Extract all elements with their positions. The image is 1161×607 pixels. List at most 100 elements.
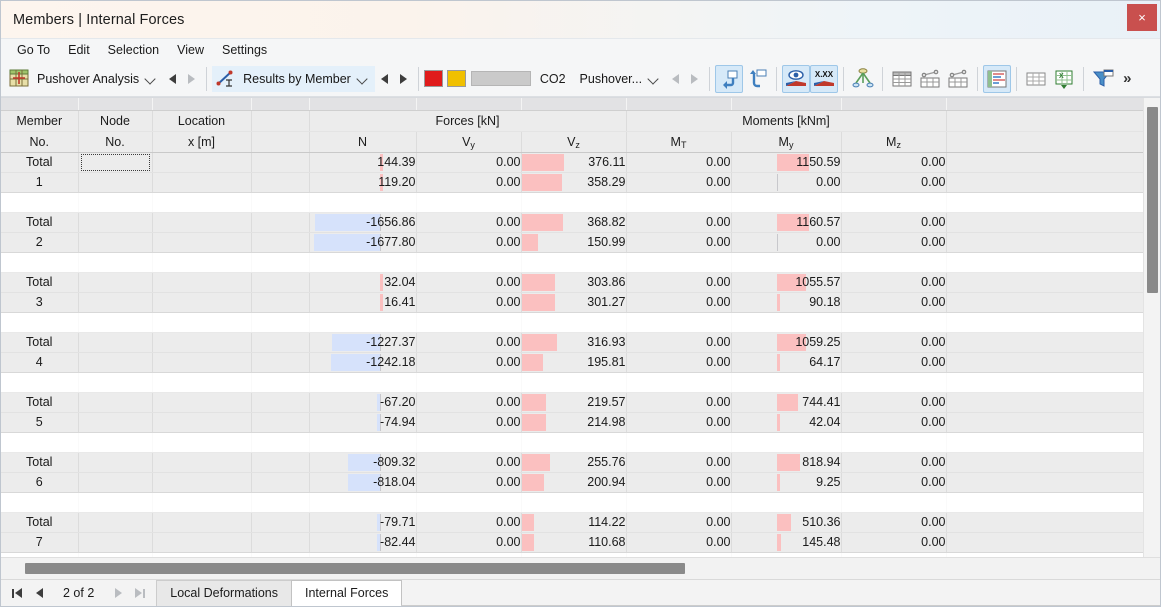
cell-node_no[interactable] (78, 212, 152, 232)
table-header-member_no[interactable]: No. (1, 131, 78, 152)
cell-vz[interactable]: 214.98 (521, 412, 626, 432)
cell-mz[interactable]: 0.00 (841, 272, 946, 292)
cell-location[interactable] (152, 172, 251, 192)
cell-vz[interactable]: 301.27 (521, 292, 626, 312)
cell-n[interactable]: -809.32 (309, 452, 416, 472)
cell-n[interactable]: 144.39 (309, 152, 416, 172)
cell-vy[interactable]: 0.00 (416, 232, 521, 252)
cell-mz[interactable]: 0.00 (841, 232, 946, 252)
cell-blank1[interactable] (251, 172, 309, 192)
table-row[interactable]: Total144.390.00376.110.001150.590.00 (1, 152, 1144, 172)
cell-node_no[interactable] (78, 472, 152, 492)
cell-blank1[interactable] (251, 392, 309, 412)
cell-blank1[interactable] (251, 292, 309, 312)
table-row[interactable]: 5-74.940.00214.980.0042.040.00 (1, 412, 1144, 432)
cell-node_no[interactable] (78, 392, 152, 412)
cell-location[interactable] (152, 472, 251, 492)
row-header-total[interactable]: Total (1, 212, 78, 232)
cell-blank1[interactable] (251, 412, 309, 432)
menu-item-view[interactable]: View (168, 41, 213, 59)
cell-mt[interactable]: 0.00 (626, 512, 731, 532)
row-header-total[interactable]: Total (1, 452, 78, 472)
cell-vy[interactable]: 0.00 (416, 332, 521, 352)
toolbar-overflow-button[interactable]: » (1117, 70, 1137, 87)
table-strip-cell-Vz[interactable] (521, 98, 626, 110)
color-scale-bar-icon[interactable] (471, 71, 531, 86)
cell-mz[interactable]: 0.00 (841, 472, 946, 492)
row-header-member-no[interactable]: 3 (1, 292, 78, 312)
cell-blank1[interactable] (251, 352, 309, 372)
table-strip-cell-Vy[interactable] (416, 98, 521, 110)
cell-my[interactable]: 510.36 (731, 512, 841, 532)
cell-location[interactable] (152, 412, 251, 432)
cell-n[interactable]: -67.20 (309, 392, 416, 412)
cell-node_no[interactable] (78, 292, 152, 312)
cell-n[interactable]: 119.20 (309, 172, 416, 192)
cell-blank1[interactable] (251, 152, 309, 172)
cell-vz[interactable]: 150.99 (521, 232, 626, 252)
cell-vy[interactable]: 0.00 (416, 452, 521, 472)
cell-my[interactable]: 1160.57 (731, 212, 841, 232)
cell-blank1[interactable] (251, 332, 309, 352)
next-page-button[interactable] (108, 583, 128, 603)
cell-node_no[interactable] (78, 352, 152, 372)
cell-vz[interactable]: 110.68 (521, 532, 626, 552)
row-header-total[interactable]: Total (1, 152, 78, 172)
cell-mt[interactable]: 0.00 (626, 392, 731, 412)
table-header-top-location[interactable]: Location (152, 110, 251, 131)
cell-vz[interactable]: 316.93 (521, 332, 626, 352)
table-row[interactable]: 4-1242.180.00195.810.0064.170.00 (1, 352, 1144, 372)
vertical-scrollbar-thumb[interactable] (1147, 107, 1158, 293)
row-header-total[interactable]: Total (1, 512, 78, 532)
cell-n[interactable]: -1227.37 (309, 332, 416, 352)
cell-my[interactable]: 9.25 (731, 472, 841, 492)
cell-vy[interactable]: 0.00 (416, 392, 521, 412)
cell-blank2[interactable] (946, 332, 1144, 352)
table-strip-cell-location[interactable] (152, 98, 251, 110)
table-header-top-blank2[interactable] (946, 110, 1144, 131)
table-strip-cell-My[interactable] (731, 98, 841, 110)
cell-blank1[interactable] (251, 512, 309, 532)
cell-location[interactable] (152, 532, 251, 552)
table-grid-button[interactable] (888, 65, 916, 93)
table-strip-cell-MT[interactable] (626, 98, 731, 110)
table-row[interactable]: Total-79.710.00114.220.00510.360.00 (1, 512, 1144, 532)
cell-vz[interactable]: 114.22 (521, 512, 626, 532)
cell-vy[interactable]: 0.00 (416, 532, 521, 552)
cell-vy[interactable]: 0.00 (416, 152, 521, 172)
cell-blank2[interactable] (946, 292, 1144, 312)
filter-button[interactable] (1089, 65, 1117, 93)
table-plain-button[interactable] (1022, 65, 1050, 93)
cell-my[interactable]: 0.00 (731, 172, 841, 192)
cell-blank2[interactable] (946, 232, 1144, 252)
cell-node_no[interactable] (78, 272, 152, 292)
cell-mz[interactable]: 0.00 (841, 412, 946, 432)
cell-blank1[interactable] (251, 452, 309, 472)
cell-mz[interactable]: 0.00 (841, 152, 946, 172)
cell-vz[interactable]: 219.57 (521, 392, 626, 412)
cell-blank1[interactable] (251, 212, 309, 232)
tab-internal-forces[interactable]: Internal Forces (291, 580, 402, 606)
cell-my[interactable]: 145.48 (731, 532, 841, 552)
cell-vy[interactable]: 0.00 (416, 292, 521, 312)
table-row[interactable]: Total-809.320.00255.760.00818.940.00 (1, 452, 1144, 472)
cell-mt[interactable]: 0.00 (626, 172, 731, 192)
cell-node_no[interactable] (78, 172, 152, 192)
cell-mt[interactable]: 0.00 (626, 352, 731, 372)
table-row[interactable]: 7-82.440.00110.680.00145.480.00 (1, 532, 1144, 552)
cell-blank2[interactable] (946, 412, 1144, 432)
cell-blank1[interactable] (251, 532, 309, 552)
cell-mt[interactable]: 0.00 (626, 332, 731, 352)
row-header-total[interactable]: Total (1, 332, 78, 352)
cell-blank2[interactable] (946, 172, 1144, 192)
cell-location[interactable] (152, 272, 251, 292)
row-header-member-no[interactable]: 4 (1, 352, 78, 372)
cell-node_no[interactable] (78, 232, 152, 252)
cell-n[interactable]: -818.04 (309, 472, 416, 492)
cell-vz[interactable]: 200.94 (521, 472, 626, 492)
cell-my[interactable]: 90.18 (731, 292, 841, 312)
close-button[interactable]: × (1127, 4, 1157, 31)
table-strip-cell-Mz[interactable] (841, 98, 946, 110)
row-header-member-no[interactable]: 6 (1, 472, 78, 492)
cell-mt[interactable]: 0.00 (626, 152, 731, 172)
